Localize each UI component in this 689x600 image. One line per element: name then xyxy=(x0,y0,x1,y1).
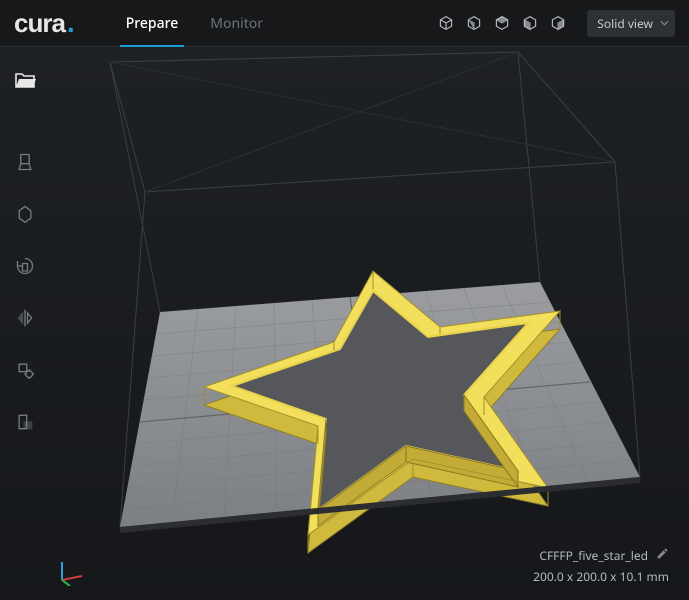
main-tabs: Prepare Monitor xyxy=(110,0,279,46)
chevron-down-icon xyxy=(660,15,669,32)
scale-tool[interactable] xyxy=(10,199,40,229)
object-name: CFFFP_five_star_led xyxy=(539,546,648,565)
app-name: cura xyxy=(14,8,65,39)
main-area: CFFFP_five_star_led 200.0 x 200.0 x 10.1… xyxy=(0,47,689,600)
axis-gizmo xyxy=(56,556,86,586)
mirror-tool[interactable] xyxy=(10,303,40,333)
tab-monitor[interactable]: Monitor xyxy=(194,0,279,46)
logo-dot: . xyxy=(67,13,74,33)
view-top-icon[interactable] xyxy=(493,14,511,32)
object-dimensions: 200.0 x 200.0 x 10.1 mm xyxy=(533,567,669,586)
per-model-settings-tool[interactable] xyxy=(10,355,40,385)
support-blocker-tool[interactable] xyxy=(10,407,40,437)
rename-object-button[interactable] xyxy=(656,546,669,565)
build-volume-scene xyxy=(50,47,689,600)
app-header: cura. Prepare Monitor Solid view xyxy=(0,0,689,47)
rotate-tool[interactable] xyxy=(10,251,40,281)
view-orientation-icons: Solid view xyxy=(437,10,675,37)
tab-prepare[interactable]: Prepare xyxy=(110,0,195,46)
view-3d-icon[interactable] xyxy=(437,14,455,32)
app-logo: cura. xyxy=(14,8,74,39)
tool-sidebar xyxy=(0,47,50,600)
view-mode-label: Solid view xyxy=(597,15,653,32)
3d-viewport[interactable]: CFFFP_five_star_led 200.0 x 200.0 x 10.1… xyxy=(50,47,689,600)
open-file-button[interactable] xyxy=(10,65,40,95)
move-tool[interactable] xyxy=(10,147,40,177)
view-left-icon[interactable] xyxy=(521,14,539,32)
view-front-icon[interactable] xyxy=(465,14,483,32)
view-mode-select[interactable]: Solid view xyxy=(587,10,675,37)
view-right-icon[interactable] xyxy=(549,14,567,32)
object-info-panel: CFFFP_five_star_led 200.0 x 200.0 x 10.1… xyxy=(533,546,669,586)
